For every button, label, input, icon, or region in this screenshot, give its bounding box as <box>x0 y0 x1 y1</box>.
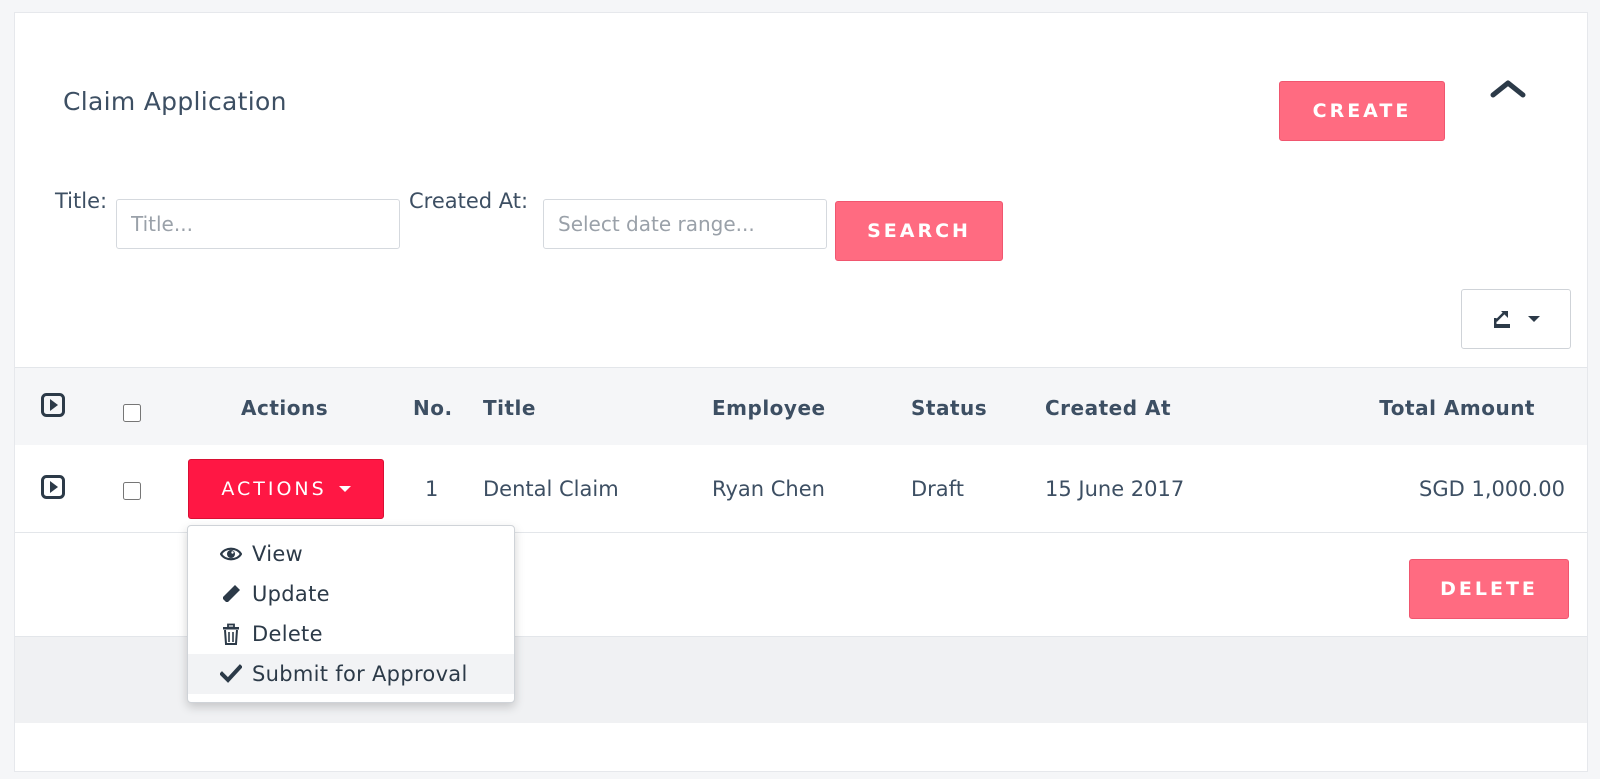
menu-item-label: Submit for Approval <box>252 662 468 686</box>
menu-item-delete[interactable]: Delete <box>188 614 514 654</box>
menu-item-label: View <box>252 542 304 566</box>
export-dropdown-button[interactable] <box>1461 289 1571 349</box>
bulk-delete-button[interactable]: DELETE <box>1409 559 1569 619</box>
title-filter-label: Title: <box>55 189 108 213</box>
menu-item-update[interactable]: Update <box>188 574 514 614</box>
menu-item-submit-for-approval[interactable]: Submit for Approval <box>188 654 514 694</box>
table-header: Actions No. Title Employee Status Create… <box>15 367 1587 445</box>
caret-down-icon <box>338 486 351 492</box>
trash-icon <box>223 623 239 645</box>
row-number: 1 <box>425 477 439 501</box>
menu-item-label: Update <box>252 582 330 606</box>
table-row: ACTIONS 1 Dental Claim Ryan Chen Draft 1… <box>15 445 1587 533</box>
column-status: Status <box>911 396 988 420</box>
column-created-at: Created At <box>1045 396 1172 420</box>
row-actions-button[interactable]: ACTIONS <box>188 459 384 519</box>
column-title: Title <box>483 396 536 420</box>
menu-item-view[interactable]: View <box>188 534 514 574</box>
date-range-input[interactable] <box>543 199 827 249</box>
actions-button-label: ACTIONS <box>221 478 327 500</box>
actions-dropdown-menu: View Update Delete Submit for Approval <box>187 525 515 703</box>
search-button[interactable]: SEARCH <box>835 201 1003 261</box>
export-icon <box>1494 311 1510 328</box>
expand-all-icon[interactable] <box>41 393 65 417</box>
created-at-filter-label: Created At: <box>409 189 529 213</box>
row-status: Draft <box>911 477 964 501</box>
check-icon <box>220 664 242 683</box>
column-total-amount: Total Amount <box>1379 396 1535 420</box>
expand-row-icon[interactable] <box>41 475 65 499</box>
row-title: Dental Claim <box>483 477 619 501</box>
column-actions: Actions <box>241 396 329 420</box>
create-button[interactable]: CREATE <box>1279 81 1445 141</box>
menu-item-label: Delete <box>252 622 323 646</box>
row-created-at: 15 June 2017 <box>1045 477 1185 501</box>
row-employee: Ryan Chen <box>712 477 825 501</box>
column-no: No. <box>413 396 453 420</box>
row-checkbox[interactable] <box>123 482 141 500</box>
chevron-up-icon[interactable] <box>1489 77 1527 101</box>
pencil-icon <box>223 585 240 602</box>
page-title: Claim Application <box>63 87 287 116</box>
column-employee: Employee <box>712 396 826 420</box>
title-input[interactable] <box>116 199 400 249</box>
row-total-amount: SGD 1,000.00 <box>1419 477 1565 501</box>
select-all-checkbox[interactable] <box>123 404 141 422</box>
chevron-down-icon <box>1528 316 1540 322</box>
claim-panel: Claim Application CREATE Title: Created … <box>14 12 1588 772</box>
eye-icon <box>220 547 242 561</box>
